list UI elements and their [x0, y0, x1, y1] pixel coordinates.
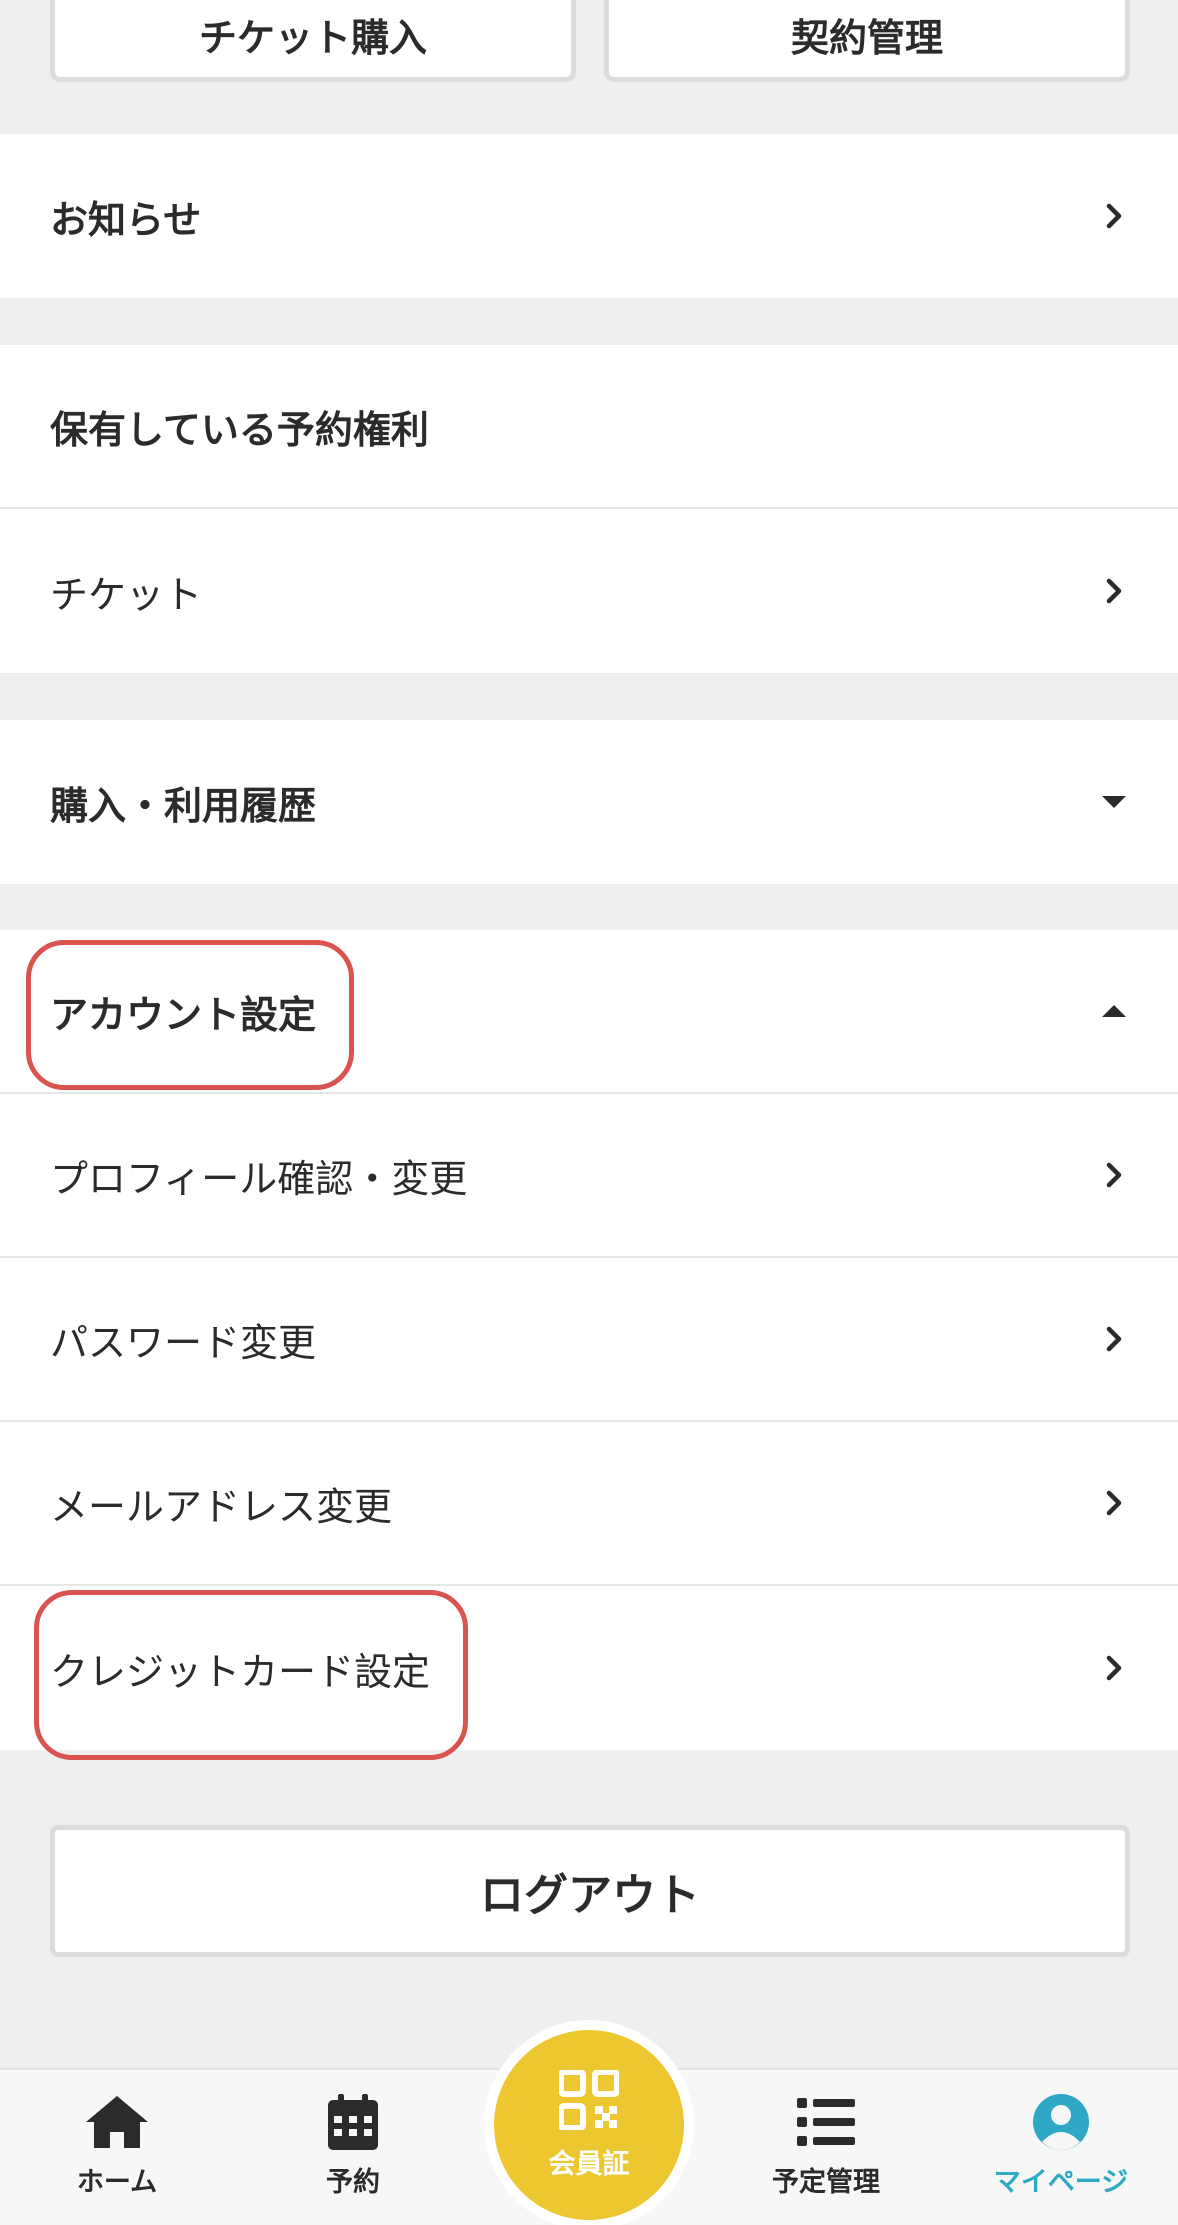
profile-label: プロフィール確認・変更: [50, 1156, 468, 1201]
tab-home-label: ホーム: [76, 2167, 158, 2198]
reservation-rights-title: 保有している予約権利: [50, 407, 429, 452]
qr-code-icon: [559, 2069, 619, 2130]
history-row[interactable]: 購入・利用履歴: [0, 720, 1178, 884]
notices-section: お知らせ: [0, 134, 1178, 298]
profile-row[interactable]: プロフィール確認・変更: [0, 1094, 1178, 1258]
credit-card-label: クレジットカード設定: [50, 1649, 431, 1694]
account-settings-title: アカウント設定: [50, 992, 317, 1037]
notices-label: お知らせ: [50, 197, 202, 242]
top-button-area: チケット購入 契約管理: [0, 0, 1178, 134]
password-label: パスワード変更: [50, 1320, 317, 1365]
tab-mypage[interactable]: マイページ: [961, 2070, 1161, 2225]
account-settings-heading[interactable]: アカウント設定: [0, 930, 1178, 1094]
contract-management-button[interactable]: 契約管理: [604, 0, 1130, 82]
chevron-right-icon: [1106, 578, 1122, 604]
email-label: メールアドレス変更: [50, 1484, 393, 1529]
tab-mypage-label: マイページ: [993, 2167, 1129, 2198]
credit-card-row[interactable]: クレジットカード設定: [0, 1586, 1178, 1750]
logout-button[interactable]: ログアウト: [50, 1825, 1130, 1957]
reservation-rights-section: 保有している予約権利 チケット: [0, 345, 1178, 673]
chevron-right-icon: [1106, 1490, 1122, 1516]
tab-schedule-label: 予定管理: [772, 2167, 880, 2198]
history-label: 購入・利用履歴: [50, 783, 317, 828]
tab-schedule[interactable]: 予定管理: [726, 2070, 926, 2225]
tab-home[interactable]: ホーム: [17, 2070, 217, 2225]
chevron-right-icon: [1106, 1162, 1122, 1188]
ticket-purchase-button[interactable]: チケット購入: [50, 0, 576, 82]
chevron-right-icon: [1106, 1326, 1122, 1352]
password-row[interactable]: パスワード変更: [0, 1258, 1178, 1422]
chevron-right-icon: [1106, 1655, 1122, 1681]
reservation-rights-heading: 保有している予約権利: [0, 345, 1178, 509]
notices-row[interactable]: お知らせ: [0, 134, 1178, 298]
list-icon: [797, 2098, 855, 2146]
ticket-row[interactable]: チケット: [0, 509, 1178, 673]
tab-reservation[interactable]: 予約: [253, 2070, 453, 2225]
email-row[interactable]: メールアドレス変更: [0, 1422, 1178, 1586]
member-card-label: 会員証: [548, 2148, 630, 2180]
ticket-label: チケット: [50, 572, 203, 617]
chevron-right-icon: [1106, 203, 1122, 229]
calendar-icon: [328, 2094, 378, 2150]
home-icon: [86, 2096, 148, 2148]
member-card-button[interactable]: 会員証: [494, 2030, 684, 2220]
caret-up-icon: [1102, 1005, 1126, 1017]
user-icon: [1033, 2094, 1089, 2150]
history-section: 購入・利用履歴: [0, 720, 1178, 884]
account-settings-section: アカウント設定 プロフィール確認・変更 パスワード変更 メールアドレス変更 クレ…: [0, 930, 1178, 1750]
tab-reservation-label: 予約: [326, 2167, 380, 2198]
caret-down-icon: [1102, 796, 1126, 808]
